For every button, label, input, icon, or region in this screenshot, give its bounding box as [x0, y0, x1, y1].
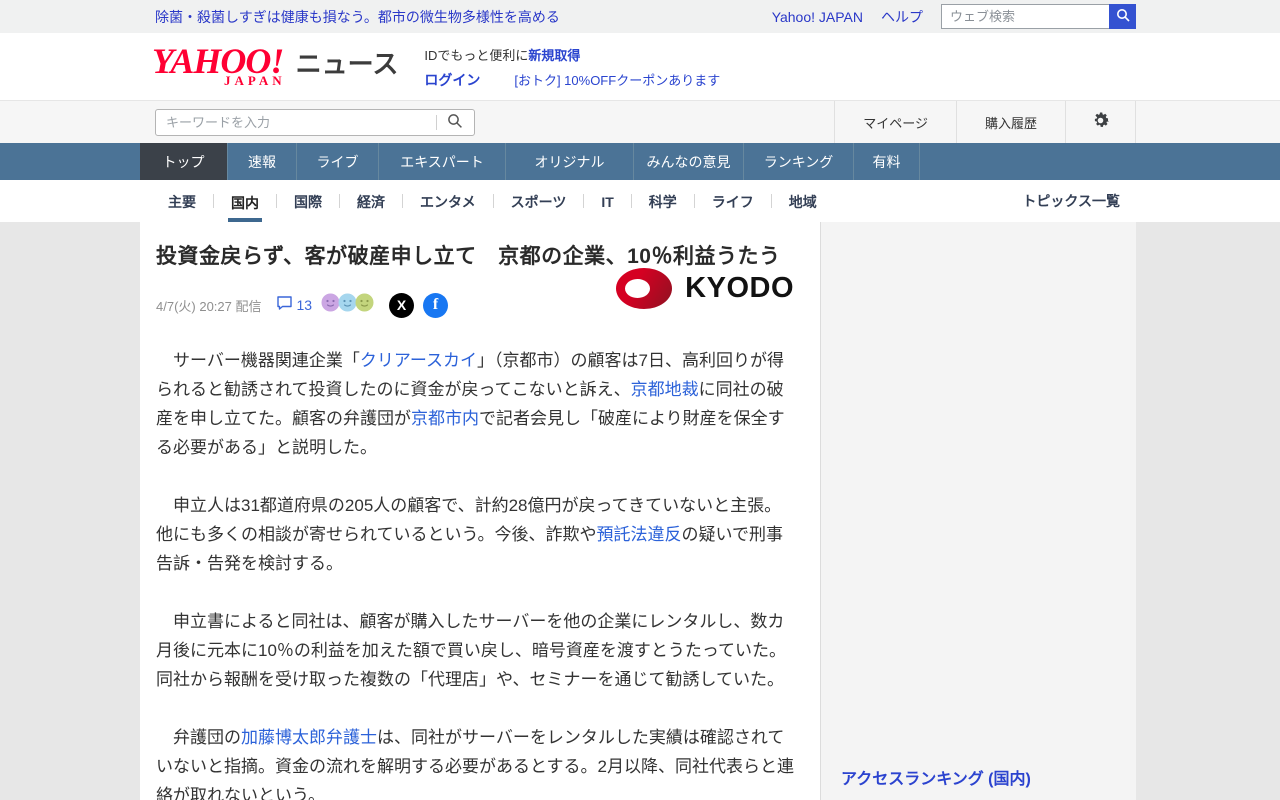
- comment-count-button[interactable]: 13: [276, 295, 313, 316]
- web-search-input[interactable]: [941, 4, 1109, 29]
- topbar: 除菌・殺菌しすぎは健康も損なう。都市の微生物多様性を高める Yahoo! JAP…: [0, 0, 1280, 33]
- tab-live[interactable]: ライブ: [297, 143, 379, 180]
- category-kagaku[interactable]: 科学: [646, 180, 680, 222]
- divider: [770, 194, 772, 208]
- register-link[interactable]: 新規取得: [528, 48, 580, 63]
- divider: [339, 194, 340, 208]
- mypage-link[interactable]: マイページ: [834, 101, 956, 143]
- help-link[interactable]: ヘルプ: [881, 7, 923, 27]
- kyodo-logo-text: KYODO: [685, 272, 794, 304]
- access-ranking-header: アクセスランキング (国内): [841, 765, 1118, 800]
- gear-icon: [1090, 110, 1111, 134]
- account-block: IDでもっと便利に新規取得 ログイン [おトク] 10%OFFクーポンあります: [424, 45, 720, 90]
- web-search-button[interactable]: [1109, 4, 1136, 29]
- source-logo[interactable]: KYODO: [616, 268, 794, 309]
- tab-opinion[interactable]: みんなの意見: [634, 143, 744, 180]
- comment-count: 13: [296, 297, 313, 313]
- inline-link[interactable]: 京都市内: [411, 409, 479, 428]
- comment-bubble-icon: [276, 295, 293, 316]
- login-link[interactable]: ログイン: [424, 72, 480, 88]
- divider: [276, 194, 277, 208]
- green-smile-icon: [354, 292, 374, 318]
- x-icon: X: [396, 297, 407, 313]
- category-kokunai[interactable]: 国内: [228, 180, 262, 222]
- share-facebook-button[interactable]: f: [423, 292, 449, 318]
- topics-list-link[interactable]: トピックス一覧: [1022, 191, 1120, 211]
- tab-paid[interactable]: 有料: [854, 143, 920, 180]
- inline-link[interactable]: 預託法違反: [596, 525, 681, 544]
- page-body: 投資金戻らず、客が破産申し立て 京都の企業、10％利益うたう 4/7(火) 20…: [0, 222, 1280, 800]
- divider: [583, 194, 585, 208]
- web-search: [941, 4, 1136, 29]
- category-life[interactable]: ライフ: [709, 180, 757, 222]
- category-kokusai[interactable]: 国際: [291, 180, 325, 222]
- yahoo-logo-japan: JAPAN: [224, 72, 286, 88]
- divider: [213, 194, 214, 208]
- inline-link[interactable]: クリアースカイ: [360, 351, 477, 370]
- divider: [693, 194, 695, 208]
- yahoo-news-logo[interactable]: YAHOO! JAPAN: [152, 40, 286, 89]
- search-toolbar: マイページ 購入履歴: [0, 100, 1280, 143]
- paragraph: 申立書によると同社は、顧客が購入したサーバーを他の企業にレンタルし、数カ月後に元…: [156, 607, 798, 694]
- kyodo-mark-icon: [616, 268, 673, 309]
- divider: [630, 194, 632, 208]
- keyword-search: [155, 108, 475, 136]
- search-icon: [447, 113, 463, 132]
- promo-headline-link[interactable]: 除菌・殺菌しすぎは健康も損なう。都市の微生物多様性を高める: [155, 7, 560, 27]
- sidebar: アクセスランキング (国内): [820, 222, 1136, 800]
- toolbar-right: マイページ 購入履歴: [834, 101, 1136, 143]
- main-navigation: トップ 速報 ライブ エキスパート オリジナル みんなの意見 ランキング 有料: [0, 143, 1280, 180]
- category-it[interactable]: IT: [598, 180, 616, 222]
- text-segment: 申立書によると同社は、顧客が購入したサーバーを他の企業にレンタルし、数カ月後に元…: [156, 612, 787, 689]
- text-segment: 弁護団の: [156, 728, 241, 747]
- yahoo-logo-text: YAHOO!: [152, 40, 284, 81]
- category-entame[interactable]: エンタメ: [417, 180, 479, 222]
- keyword-search-button[interactable]: [443, 112, 467, 134]
- paragraph: 申立人は31都道府県の205人の顧客で、計約28億円が戻ってきていないと主張。他…: [156, 491, 798, 578]
- inline-link[interactable]: 京都地裁: [631, 380, 699, 399]
- service-name: ニュース: [295, 49, 399, 79]
- keyword-search-input[interactable]: [155, 108, 475, 136]
- blue-smile-icon: [337, 292, 357, 318]
- category-shuyo[interactable]: 主要: [165, 180, 199, 222]
- reactions-group[interactable]: [320, 292, 374, 318]
- text-segment: サーバー機器関連企業「: [156, 351, 360, 370]
- article-title: 投資金戻らず、客が破産申し立て 京都の企業、10％利益うたう: [156, 245, 781, 268]
- tab-top[interactable]: トップ: [140, 143, 228, 180]
- settings-button[interactable]: [1065, 101, 1136, 143]
- publish-date: 4/7(火) 20:27 配信: [156, 298, 262, 314]
- purchase-history-link[interactable]: 購入履歴: [955, 101, 1065, 143]
- category-navigation: 主要 国内 国際 経済 エンタメ スポーツ IT 科学 ライフ 地域 トピックス…: [0, 180, 1280, 222]
- tab-ranking[interactable]: ランキング: [744, 143, 854, 180]
- divider: [492, 194, 494, 208]
- article-body: サーバー機器関連企業「クリアースカイ」（京都市）の顧客は7日、高利回りが得られる…: [156, 346, 798, 800]
- divider: [402, 194, 403, 208]
- header: YAHOO! JAPAN ニュース IDでもっと便利に新規取得 ログイン [おトク…: [0, 33, 1280, 100]
- id-benefit-text: IDでもっと便利に: [424, 48, 529, 63]
- purple-smile-icon: [320, 292, 340, 318]
- topbar-right: Yahoo! JAPAN ヘルプ: [772, 4, 1136, 29]
- input-divider: [436, 114, 437, 130]
- paragraph: サーバー機器関連企業「クリアースカイ」（京都市）の顧客は7日、高利回りが得られる…: [156, 346, 798, 462]
- article: 投資金戻らず、客が破産申し立て 京都の企業、10％利益うたう 4/7(火) 20…: [140, 222, 820, 800]
- paragraph: 弁護団の加藤博太郎弁護士は、同社がサーバーをレンタルした実績は確認されていないと…: [156, 723, 798, 800]
- share-x-button[interactable]: X: [389, 292, 415, 318]
- search-icon: [1116, 8, 1130, 25]
- access-ranking-title[interactable]: アクセスランキング (国内): [841, 771, 1031, 788]
- category-chiiki[interactable]: 地域: [786, 180, 820, 222]
- tab-sokuho[interactable]: 速報: [228, 143, 297, 180]
- coupon-link[interactable]: [おトク] 10%OFFクーポンあります: [514, 73, 720, 88]
- yahoo-japan-link[interactable]: Yahoo! JAPAN: [772, 9, 863, 25]
- tab-expert[interactable]: エキスパート: [379, 143, 506, 180]
- category-keizai[interactable]: 経済: [354, 180, 388, 222]
- tab-original[interactable]: オリジナル: [506, 143, 634, 180]
- category-sports[interactable]: スポーツ: [508, 180, 570, 222]
- inline-link[interactable]: 加藤博太郎弁護士: [241, 728, 377, 747]
- facebook-icon: f: [432, 296, 439, 313]
